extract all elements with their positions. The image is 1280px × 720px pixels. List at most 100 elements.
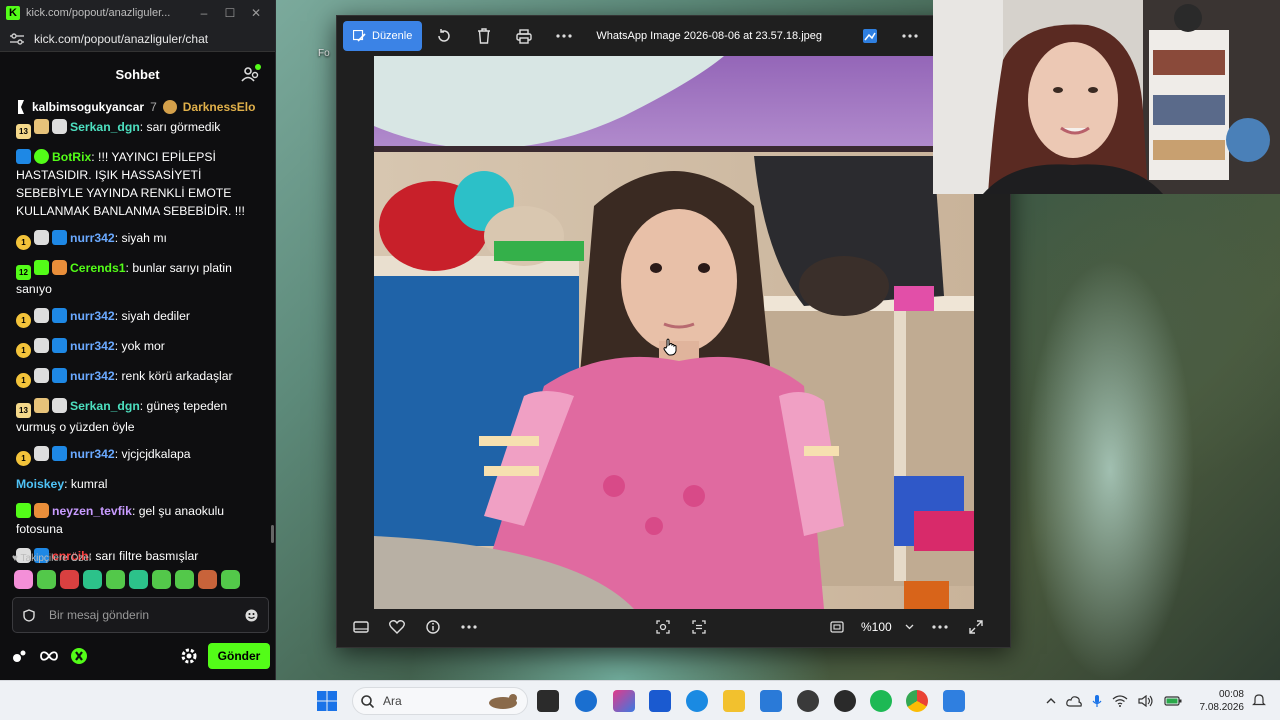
chat-username[interactable]: Moiskey	[16, 477, 64, 491]
chat-users-icon[interactable]	[241, 64, 261, 84]
desktop-icon-label[interactable]: Fo	[318, 48, 330, 59]
taskbar-app-taskview-icon[interactable]	[537, 690, 559, 712]
chat-username[interactable]: Cerends1	[70, 261, 126, 275]
emote-icon[interactable]	[175, 570, 194, 589]
maximize-button[interactable]: ☐	[217, 6, 243, 20]
user-badge-icon	[52, 368, 67, 383]
edit-button[interactable]: Düzenle	[343, 21, 423, 51]
user-badge-icon	[34, 119, 49, 134]
kick-small-icon	[18, 100, 24, 114]
chat-username[interactable]: nurr342	[70, 231, 115, 245]
chat-username[interactable]: nurr342	[70, 447, 115, 461]
window-more-button[interactable]	[892, 21, 928, 51]
print-button[interactable]	[506, 21, 542, 51]
system-tray	[1046, 681, 1182, 720]
windows-start-icon[interactable]	[316, 690, 338, 712]
emote-icon[interactable]	[198, 570, 217, 589]
chat-username[interactable]: nurr342	[70, 339, 115, 353]
expand-icon	[969, 620, 983, 634]
chat-input[interactable]: Bir mesaj gönderin	[12, 597, 269, 633]
taskbar-app-explorer-icon[interactable]	[723, 690, 745, 712]
battery-icon[interactable]	[1164, 695, 1182, 707]
chat-username[interactable]: Serkan_dgn	[70, 399, 140, 413]
zoom-more-button[interactable]	[922, 612, 958, 642]
minimize-button[interactable]: –	[191, 6, 217, 20]
taskbar-app-edge-icon[interactable]	[686, 690, 708, 712]
taskbar-app-chrome-icon[interactable]	[906, 690, 928, 712]
info-button[interactable]	[415, 612, 451, 642]
taskbar-app-store-icon[interactable]	[649, 690, 671, 712]
user-badge-icon	[52, 446, 67, 461]
favorite-button[interactable]	[379, 612, 415, 642]
taskbar-clock[interactable]: 00:08 7.08.2026	[1200, 688, 1245, 714]
pinned-user-1[interactable]: kalbimsogukyancar	[32, 100, 144, 114]
text-extract-button[interactable]	[681, 612, 717, 642]
crop-select-button[interactable]	[645, 612, 681, 642]
taskbar-app-alien-icon[interactable]	[797, 690, 819, 712]
microphone-icon[interactable]	[1092, 694, 1102, 708]
taskbar-app-copilot-icon[interactable]	[613, 690, 635, 712]
kick-badge-icon[interactable]	[70, 647, 88, 665]
chat-message: 1 nurr342: vjcjcjdkalapa	[16, 445, 259, 466]
pinned-user-2[interactable]: DarknessElo	[183, 100, 256, 114]
zoom-dropdown[interactable]	[898, 612, 922, 642]
user-badge-icon	[34, 398, 49, 413]
emote-icon[interactable]	[37, 570, 56, 589]
chat-username[interactable]: nurr342	[70, 369, 115, 383]
close-button[interactable]: ✕	[243, 6, 269, 20]
kick-points-icon[interactable]	[12, 649, 28, 663]
emote-icon[interactable]	[106, 570, 125, 589]
taskbar-app-outlook-icon[interactable]	[575, 690, 597, 712]
visual-search-icon	[656, 620, 670, 634]
emote-icon[interactable]	[221, 570, 240, 589]
chat-title: Sohbet	[115, 66, 160, 82]
wifi-icon[interactable]	[1112, 695, 1128, 707]
chat-message-text: : siyah mı	[114, 231, 167, 245]
search-placeholder: Ara	[383, 694, 402, 708]
taskbar-app-security-icon[interactable]	[760, 690, 782, 712]
user-badge-icon: 1	[16, 313, 31, 328]
site-settings-icon[interactable]	[10, 32, 24, 45]
taskbar-search[interactable]: Ara	[352, 687, 528, 715]
delete-button[interactable]	[466, 21, 502, 51]
notification-bell-icon[interactable]	[1252, 693, 1266, 707]
fullscreen-button[interactable]	[958, 612, 994, 642]
settings-gear-icon[interactable]	[180, 647, 198, 665]
info-icon	[426, 620, 440, 634]
address-bar[interactable]: kick.com/popout/anazliguler/chat	[0, 26, 275, 52]
chat-username[interactable]: Serkan_dgn	[70, 120, 140, 134]
taskbar-app-obs-icon[interactable]	[834, 690, 856, 712]
more-dots-icon	[902, 34, 918, 38]
emote-icon[interactable]	[129, 570, 148, 589]
user-badge-icon: 1	[16, 235, 31, 250]
browser-titlebar: K kick.com/popout/anazliguler... – ☐ ✕	[0, 0, 275, 26]
chat-username[interactable]: neyzen_tevfik	[52, 504, 132, 518]
taskbar-app-spotify-icon[interactable]	[870, 690, 892, 712]
printer-icon	[516, 28, 533, 44]
rotate-button[interactable]	[426, 21, 462, 51]
zoom-level[interactable]: %100	[861, 620, 892, 634]
photos-app-button[interactable]	[852, 21, 888, 51]
chat-message: 1 nurr342: renk körü arkadaşlar	[16, 367, 259, 388]
volume-icon[interactable]	[1138, 695, 1154, 707]
send-button[interactable]: Gönder	[208, 643, 270, 669]
taskbar-app-photos-icon[interactable]	[943, 690, 965, 712]
emote-icon[interactable]	[14, 570, 33, 589]
more-options-button[interactable]	[546, 21, 582, 51]
chat-scrollbar[interactable]	[271, 525, 274, 543]
filmstrip-button[interactable]	[343, 612, 379, 642]
emoji-picker-icon[interactable]	[245, 609, 258, 622]
emote-icon[interactable]	[60, 570, 79, 589]
browser-tab-title: kick.com/popout/anazliguler...	[26, 7, 171, 19]
emote-icon[interactable]	[83, 570, 102, 589]
emote-icon[interactable]	[152, 570, 171, 589]
chat-message: neyzen_tevfik: gel şu anaokulu fotosuna	[16, 502, 259, 538]
infinity-icon[interactable]	[40, 650, 58, 662]
displayed-photo[interactable]	[374, 56, 974, 609]
chat-username[interactable]: BotRix	[52, 150, 91, 164]
fit-to-window-button[interactable]	[819, 612, 855, 642]
chevron-up-icon[interactable]	[1046, 697, 1056, 705]
bottom-more-button[interactable]	[451, 612, 487, 642]
chat-username[interactable]: nurr342	[70, 309, 115, 323]
onedrive-icon[interactable]	[1066, 695, 1082, 707]
